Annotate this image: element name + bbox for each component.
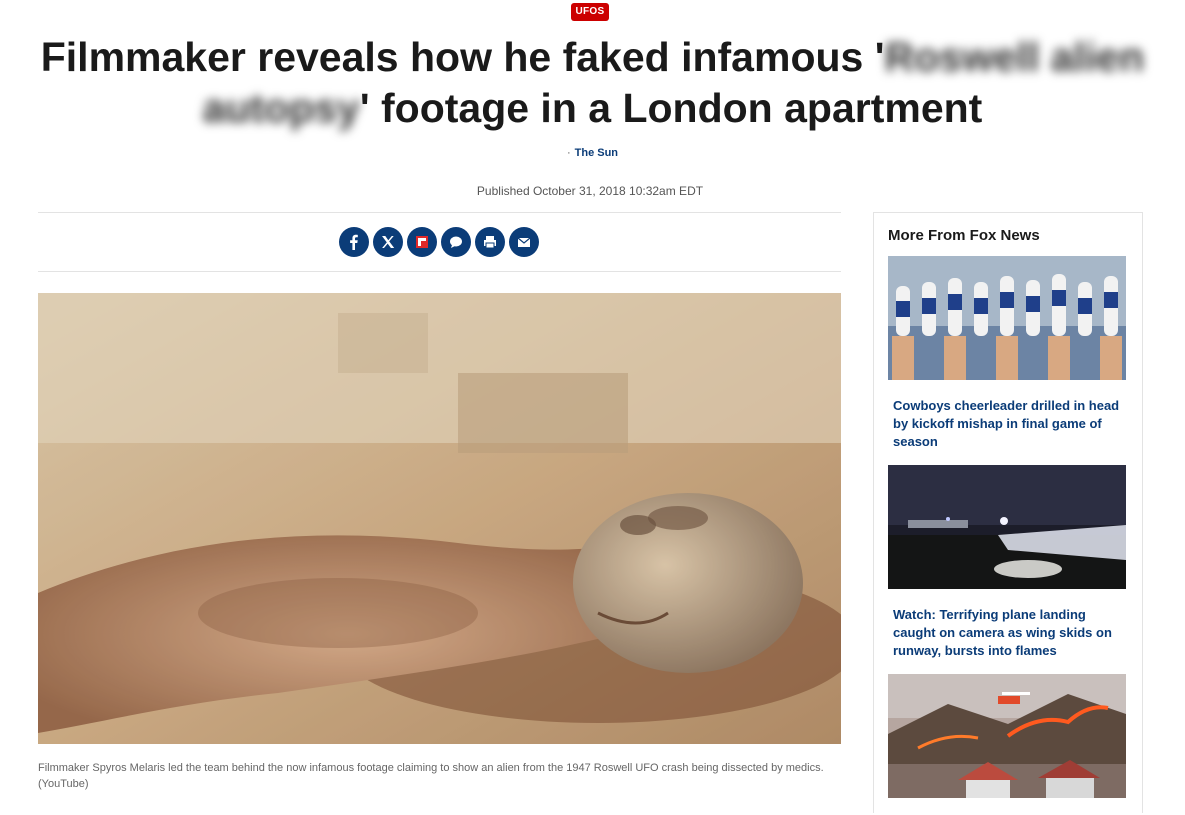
sidebar-heading: More From Fox News — [888, 227, 1040, 244]
byline: · The Sun — [0, 147, 1185, 159]
story-thumbnail[interactable] — [888, 674, 1126, 798]
category-tag[interactable]: UFOS — [571, 3, 609, 21]
print-icon — [484, 236, 496, 249]
story-thumbnail[interactable] — [888, 256, 1126, 380]
more-from-sidebar: More From Fox News Cowboys cheerleader d… — [873, 212, 1143, 813]
x-share-button[interactable] — [373, 227, 403, 257]
sidebar-story-card[interactable] — [888, 674, 1126, 815]
share-bar — [38, 212, 841, 272]
story-headline[interactable]: Cowboys cheerleader drilled in head by k… — [888, 397, 1126, 451]
headline-text-start: Filmmaker reveals how he faked infamous … — [40, 34, 885, 80]
published-date: Published October 31, 2018 10:32am EDT — [476, 184, 704, 198]
share-icons — [339, 227, 539, 257]
story-thumbnail[interactable] — [888, 465, 1126, 589]
facebook-icon — [350, 234, 358, 250]
hero-image[interactable] — [38, 293, 841, 744]
sidebar-story-card[interactable]: Cowboys cheerleader drilled in head by k… — [888, 256, 1126, 451]
byline-separator: · — [566, 147, 571, 159]
image-caption: Filmmaker Spyros Melaris led the team be… — [38, 762, 824, 790]
flipboard-share-button[interactable] — [407, 227, 437, 257]
flipboard-icon — [416, 236, 428, 248]
email-icon — [517, 237, 531, 247]
sidebar-story-card[interactable]: Watch: Terrifying plane landing caught o… — [888, 465, 1126, 660]
comments-icon — [450, 236, 462, 248]
x-twitter-icon — [382, 236, 395, 248]
email-share-button[interactable] — [509, 227, 539, 257]
story-headline[interactable]: Watch: Terrifying plane landing caught o… — [888, 606, 1126, 660]
facebook-share-button[interactable] — [339, 227, 369, 257]
comments-button[interactable] — [441, 227, 471, 257]
source-link[interactable]: The Sun — [575, 147, 618, 159]
headline-text-end: ' footage in a London apartment — [359, 85, 983, 131]
print-button[interactable] — [475, 227, 505, 257]
page-title: Filmmaker reveals how he faked infamous … — [20, 32, 1165, 134]
